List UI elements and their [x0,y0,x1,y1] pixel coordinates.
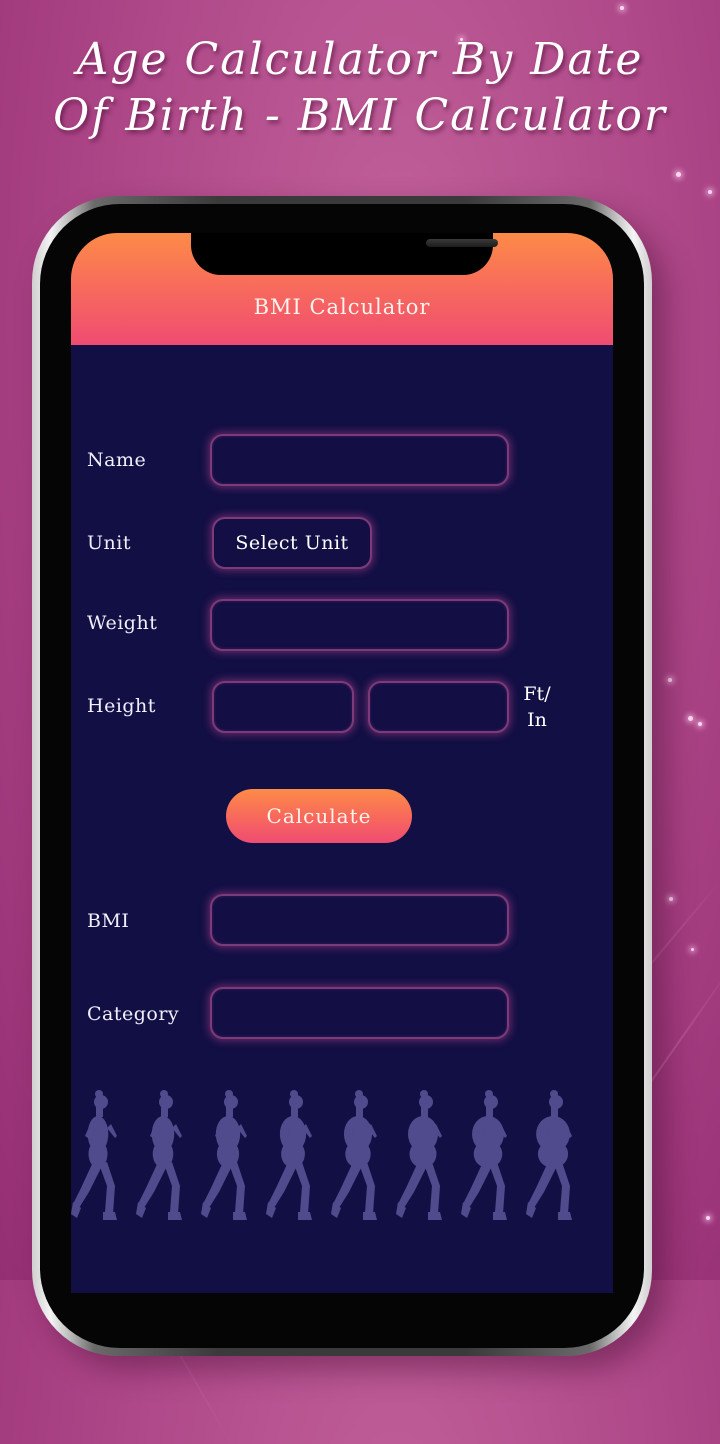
bmi-label: BMI [87,910,130,932]
app-screen: BMI Calculator Name Unit Select Unit Wei… [71,233,613,1293]
category-label: Category [87,1003,180,1025]
height-unit-in: In [527,709,547,731]
height-inches-input[interactable] [368,681,509,733]
speaker-grille [426,239,498,247]
header-title: BMI Calculator [253,295,431,319]
weight-input[interactable] [210,599,509,651]
unit-label: Unit [87,532,131,554]
jogger-silhouette [266,1090,312,1220]
phone-notch [191,233,498,275]
jogger-silhouette [526,1090,572,1220]
weight-label: Weight [87,612,158,634]
category-output [210,987,509,1039]
select-unit-button[interactable]: Select Unit [212,517,372,569]
name-label: Name [87,449,147,471]
height-label: Height [87,695,156,717]
bmi-progression-illustration [71,1088,613,1248]
height-unit-suffix: Ft/ In [515,681,559,733]
bmi-output [210,894,509,946]
jogger-silhouette [331,1090,377,1220]
jogger-silhouette [136,1090,182,1220]
jogger-silhouette [201,1090,247,1220]
promo-title-line1: Age Calculator By Date [76,34,644,85]
promo-title-line2: Of Birth - BMI Calculator [53,90,667,141]
height-unit-ft: Ft/ [523,683,551,705]
jogger-silhouette [396,1090,442,1220]
jogger-silhouette [461,1090,507,1220]
name-input[interactable] [210,434,509,486]
height-feet-input[interactable] [212,681,354,733]
calculate-button[interactable]: Calculate [226,789,412,843]
promo-title: Age Calculator By Date Of Birth - BMI Ca… [0,32,720,144]
jogger-silhouette [71,1090,117,1220]
